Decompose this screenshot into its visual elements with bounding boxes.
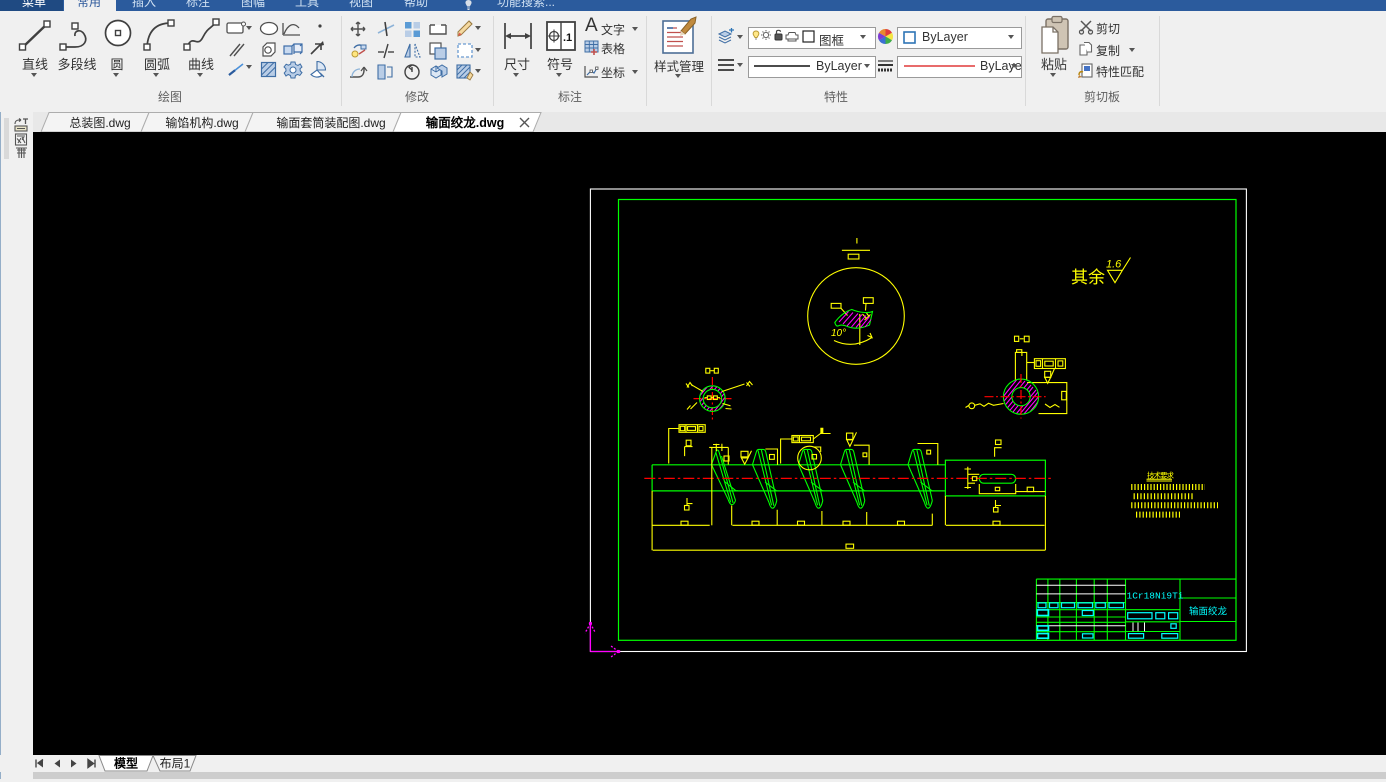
svg-text:输面套筒装配图.dwg: 输面套筒装配图.dwg	[276, 115, 385, 130]
svg-text:模型: 模型	[114, 756, 138, 771]
svg-text:1.6: 1.6	[1106, 259, 1122, 271]
svg-text:总装图.dwg: 总装图.dwg	[69, 116, 130, 130]
svg-text:输面绞龙.dwg: 输面绞龙.dwg	[426, 115, 504, 130]
svg-text:1Cr18Ni9Ti: 1Cr18Ni9Ti	[1127, 591, 1184, 602]
svg-text:10°: 10°	[831, 328, 846, 339]
svg-text:.1: .1	[563, 32, 572, 44]
svg-text:输面绞龙: 输面绞龙	[1189, 606, 1228, 618]
svg-text:布局1: 布局1	[160, 757, 191, 771]
svg-text:输馅机构.dwg: 输馅机构.dwg	[165, 115, 238, 130]
svg-text:技术要求: 技术要求	[1147, 470, 1174, 480]
svg-text:其余: 其余	[1071, 268, 1105, 287]
